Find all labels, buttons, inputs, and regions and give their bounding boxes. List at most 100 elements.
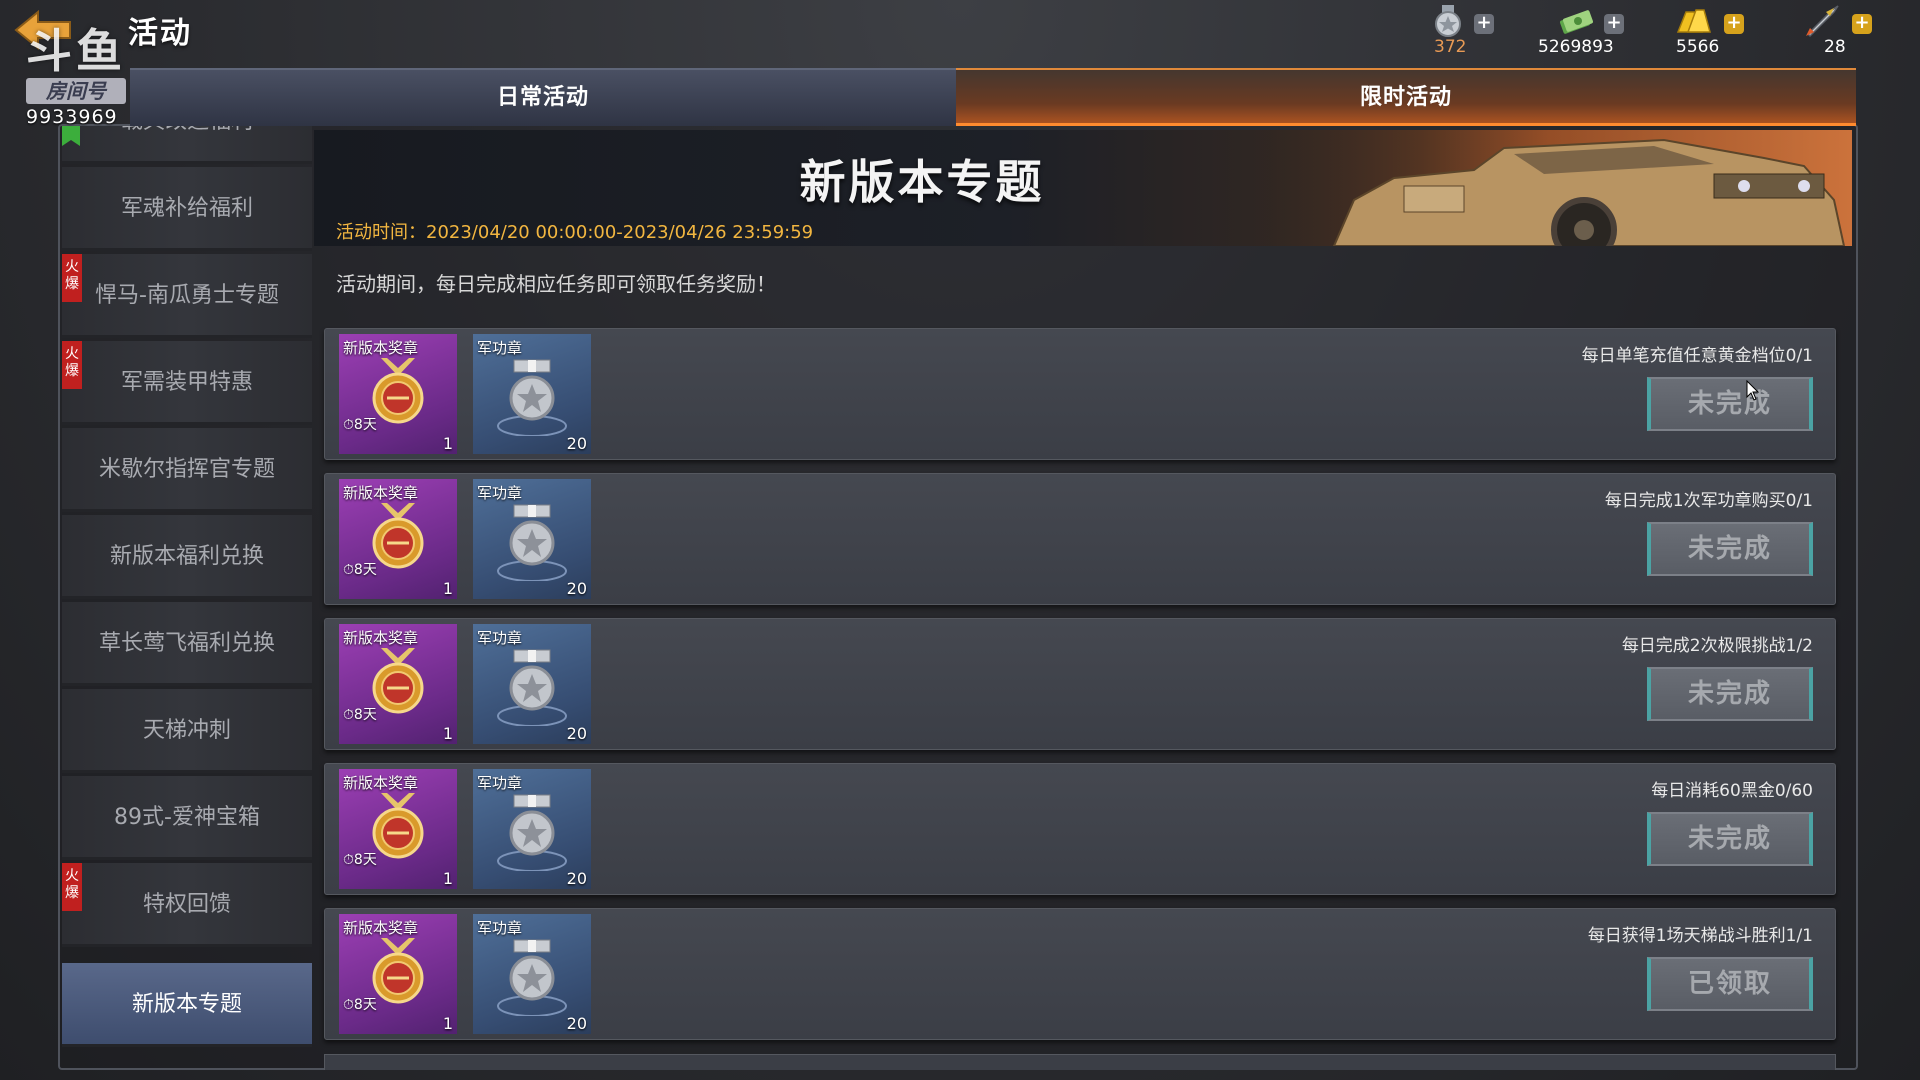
sidebar-item-label: 载具改造福利 [121,126,253,134]
sidebar-item-label: 特权回馈 [142,892,231,917]
stream-watermark: 斗鱼 房间号 9933969 [26,28,138,138]
watermark-logo: 斗鱼 [26,24,126,78]
event-banner: 新版本专题 活动时间：2023/04/20 00:00:00-2023/04/2… [314,130,1852,246]
event-description: 活动期间，每日完成相应任务即可领取任务奖励！ [336,272,776,296]
reward-name: 新版本奖章 [343,774,419,792]
add-medal-button[interactable]: + [1474,14,1494,34]
task-row: 新版本奖章 ⏱8天 1 军功章 20 每日单笔充值任意黄金档位0/1 未完成 [324,328,1836,460]
sidebar-item-label: 新版本福利兑换 [109,544,264,569]
reward-item-new-version-medal[interactable]: 新版本奖章 ⏱8天 1 [339,334,457,454]
task-row: 新版本奖章 ⏱8天 1 军功章 20 每日获得1场天梯战斗胜利1/1 已领取 [324,908,1836,1040]
task-description: 每日单笔充值任意黄金档位0/1 [1581,346,1813,366]
task-status-button[interactable]: 未完成 [1647,377,1813,431]
sidebar-item-label: 米歇尔指挥官专题 [98,457,275,482]
gold-currency-icon [1676,4,1712,38]
reward-item-new-version-medal[interactable]: 新版本奖章 ⏱8天 1 [339,624,457,744]
reward-duration: ⏱8天 [343,562,377,578]
sidebar-item-spring-exchange[interactable]: 草长莺飞福利兑换 [62,602,312,686]
sidebar-item-label: 悍马-南瓜勇士专题 [95,283,279,308]
reward-name: 军功章 [477,629,523,647]
add-cash-button[interactable]: + [1604,14,1624,34]
rocket-currency-icon [1804,4,1840,38]
hot-badge: 火爆 [62,341,82,389]
sidebar-item-label: 军魂补给福利 [120,196,253,221]
add-rocket-button[interactable]: + [1852,14,1872,34]
gold-amount: 5566 [1676,37,1720,57]
task-row-partial [324,1054,1836,1070]
reward-count: 1 [442,1014,453,1033]
room-label: 房间号 [26,78,126,104]
reward-name: 新版本奖章 [343,629,419,647]
reward-count: 1 [442,579,453,598]
reward-count: 20 [566,724,587,743]
reward-item-new-version-medal[interactable]: 新版本奖章 ⏱8天 1 [339,914,457,1034]
tab-limited-activities[interactable]: 限时活动 [956,68,1856,126]
sidebar-item-label: 草长莺飞福利兑换 [98,631,275,656]
rocket-currency: + 28 [1800,2,1880,60]
add-gold-button[interactable]: + [1724,14,1744,34]
mouse-cursor-icon [1746,379,1760,402]
room-number: 9933969 [26,106,118,128]
sidebar-item-michelle-commander[interactable]: 米歇尔指挥官专题 [62,428,312,512]
reward-name: 军功章 [477,919,523,937]
military-medal-icon [497,939,567,1016]
military-medal-icon [497,794,567,871]
reward-duration: ⏱8天 [343,417,377,433]
reward-name: 军功章 [477,484,523,502]
reward-count: 20 [566,1014,587,1033]
reward-duration: ⏱8天 [343,997,377,1013]
sidebar-item-new-version-exchange[interactable]: 新版本福利兑换 [62,515,312,599]
task-description: 每日获得1场天梯战斗胜利1/1 [1587,926,1813,946]
cash-currency: + 5269893 [1538,2,1648,60]
sidebar-item-hummer-pumpkin[interactable]: 火爆 悍马-南瓜勇士专题 [62,254,312,338]
sidebar-item-ladder-sprint[interactable]: 天梯冲刺 [62,689,312,773]
reward-duration: ⏱8天 [343,852,377,868]
rocket-amount: 28 [1824,37,1846,57]
task-row: 新版本奖章 ⏱8天 1 军功章 20 每日完成2次极限挑战1/2 未完成 [324,618,1836,750]
sidebar-item-new-version-topic[interactable]: 新版本专题 [62,963,312,1047]
reward-item-military-medal[interactable]: 军功章 20 [473,914,591,1034]
banner-title: 新版本专题 [799,155,1045,209]
sidebar-item-type89-cupid-box[interactable]: 89式-爱神宝箱 [62,776,312,860]
reward-item-new-version-medal[interactable]: 新版本奖章 ⏱8天 1 [339,479,457,599]
task-status-button[interactable]: 未完成 [1647,522,1813,576]
medal-currency-icon [1430,4,1466,38]
activity-tabs: 日常活动 限时活动 [130,68,1856,126]
reward-count: 1 [442,434,453,453]
task-status-button[interactable]: 未完成 [1647,667,1813,721]
sidebar-item-label: 新版本专题 [131,992,242,1017]
reward-item-military-medal[interactable]: 军功章 20 [473,624,591,744]
task-description: 每日消耗60黑金0/60 [1651,781,1813,801]
reward-duration: ⏱8天 [343,707,377,723]
sidebar-item-privilege-feedback[interactable]: 火爆 特权回馈 [62,863,312,947]
task-row: 新版本奖章 ⏱8天 1 军功章 20 每日消耗60黑金0/60 未完成 [324,763,1836,895]
task-status-button[interactable]: 未完成 [1647,812,1813,866]
military-medal-icon [497,359,567,436]
reward-count: 1 [442,724,453,743]
task-description: 每日完成1次军功章购买0/1 [1604,491,1813,511]
sidebar-item-label: 天梯冲刺 [142,718,231,743]
reward-name: 新版本奖章 [343,919,419,937]
reward-name: 军功章 [477,774,523,792]
sidebar-item-soul-supply[interactable]: 军魂补给福利 [62,167,312,251]
reward-name: 军功章 [477,339,523,357]
humvee-vehicle-image [1244,130,1852,246]
reward-name: 新版本奖章 [343,339,419,357]
event-time: 活动时间：2023/04/20 00:00:00-2023/04/26 23:5… [336,222,814,243]
medal-amount: 372 [1434,37,1467,57]
tab-daily-activities[interactable]: 日常活动 [130,68,956,126]
hot-badge: 火爆 [62,863,82,911]
task-status-button[interactable]: 已领取 [1647,957,1813,1011]
gold-currency: + 5566 [1672,2,1752,60]
activity-sidebar: 载具改造福利 军魂补给福利 火爆 悍马-南瓜勇士专题 火爆 军需装甲特惠 米歇尔… [62,126,312,1072]
sidebar-item-armor-sale[interactable]: 火爆 军需装甲特惠 [62,341,312,425]
reward-item-military-medal[interactable]: 军功章 20 [473,334,591,454]
reward-count: 20 [566,579,587,598]
reward-count: 1 [442,869,453,888]
reward-item-military-medal[interactable]: 军功章 20 [473,479,591,599]
hot-badge: 火爆 [62,254,82,302]
reward-item-new-version-medal[interactable]: 新版本奖章 ⏱8天 1 [339,769,457,889]
task-row: 新版本奖章 ⏱8天 1 军功章 20 每日完成1次军功章购买0/1 未完成 [324,473,1836,605]
reward-item-military-medal[interactable]: 军功章 20 [473,769,591,889]
military-medal-icon [497,504,567,581]
